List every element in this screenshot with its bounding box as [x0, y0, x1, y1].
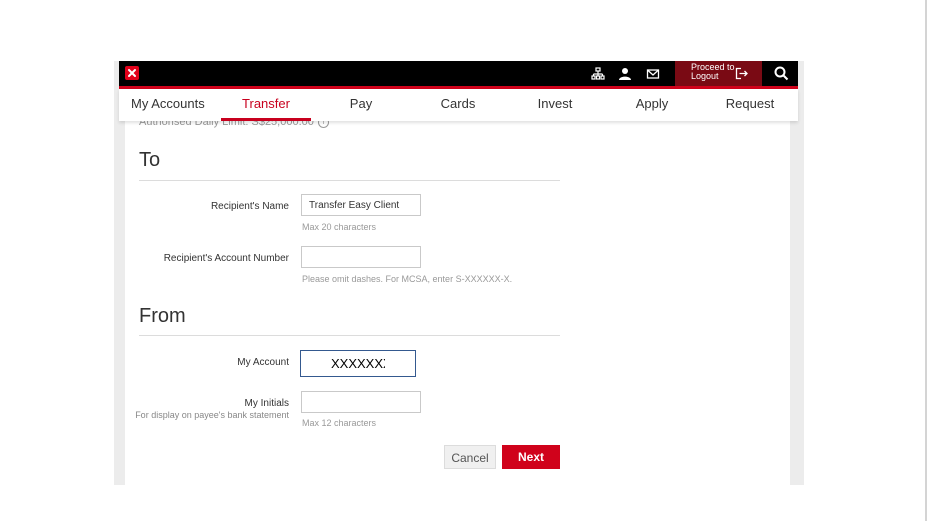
recipient-name-help: Max 20 characters — [302, 222, 377, 232]
search-button[interactable] — [764, 61, 798, 86]
logout-label: Proceed to Logout — [691, 62, 735, 81]
my-account-select[interactable] — [300, 350, 416, 377]
nav-active-indicator — [221, 118, 311, 121]
right-border-line — [925, 0, 927, 521]
nav-item-apply[interactable]: Apply — [627, 89, 677, 121]
recipient-name-input[interactable] — [301, 194, 421, 216]
account-number-help: Please omit dashes. For MCSA, enter S-XX… — [302, 274, 513, 284]
nav-item-invest[interactable]: Invest — [529, 89, 581, 121]
initials-sublabel: For display on payee's bank statement — [135, 410, 289, 420]
sitemap-icon[interactable] — [591, 67, 605, 81]
transfer-form: Authorised Daily Limit: S$25,000.00 i To … — [125, 116, 790, 485]
logo-icon[interactable] — [125, 66, 139, 80]
from-heading: From — [139, 305, 186, 327]
cancel-button[interactable]: Cancel — [444, 445, 496, 469]
account-number-label: Recipient's Account Number — [163, 253, 289, 264]
initials-help: Max 12 characters — [302, 418, 377, 428]
my-account-label: My Account — [237, 357, 289, 368]
top-bar: Proceed to Logout — [119, 61, 798, 86]
recipient-name-label: Recipient's Name — [210, 201, 289, 212]
initials-label: My Initials — [244, 398, 289, 409]
browser-content: Proceed to Logout My Accounts Transfer P… — [114, 61, 804, 485]
user-icon[interactable] — [618, 67, 632, 81]
to-heading: To — [139, 149, 161, 171]
mail-icon[interactable] — [646, 67, 660, 81]
logout-icon — [735, 67, 748, 85]
account-number-input[interactable] — [301, 246, 421, 268]
nav-item-request[interactable]: Request — [719, 89, 781, 121]
initials-input[interactable] — [301, 391, 421, 413]
search-icon — [774, 66, 789, 86]
to-divider — [139, 180, 560, 181]
nav-item-pay[interactable]: Pay — [341, 89, 381, 121]
nav-item-my-accounts[interactable]: My Accounts — [131, 89, 205, 121]
main-nav: My Accounts Transfer Pay Cards Invest Ap… — [119, 89, 798, 121]
nav-item-cards[interactable]: Cards — [433, 89, 483, 121]
from-divider — [139, 335, 560, 336]
next-button[interactable]: Next — [502, 445, 560, 469]
nav-item-transfer[interactable]: Transfer — [231, 89, 301, 121]
logout-button[interactable]: Proceed to Logout — [675, 61, 762, 86]
